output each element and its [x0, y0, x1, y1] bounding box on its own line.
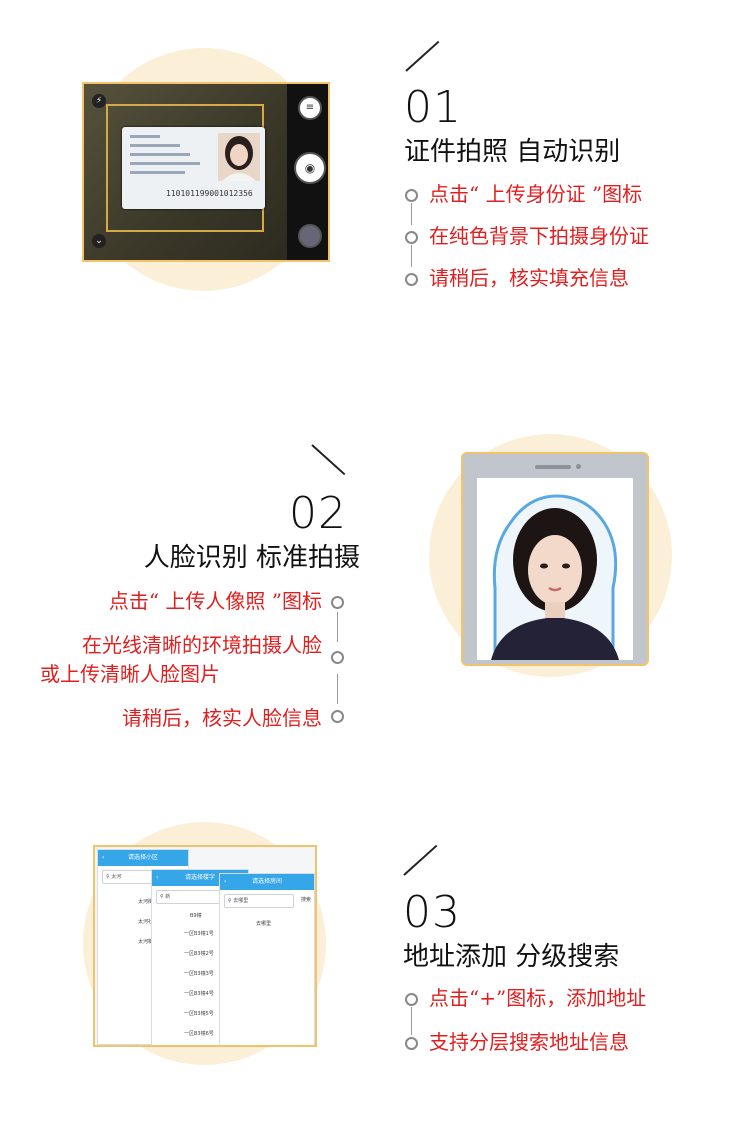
bullet-connector [411, 1007, 412, 1035]
chevron-down-icon[interactable]: ⌄ [92, 234, 106, 248]
phone-camera-dot [576, 464, 581, 469]
address-selector-screens: ‹ 请选择小区 ⚲ 太河 太河街 太河社区 太河新村 ‹ 请选择楼字 ⚲ 新 B9幢… [93, 845, 317, 1047]
id-card-text-line [130, 162, 200, 165]
camera-viewfinder: ⚡ ⌄ 110101199001012356 [84, 84, 287, 260]
bullet-dot [331, 651, 344, 664]
list-item[interactable]: B9幢 [190, 912, 202, 919]
search-input[interactable]: ⚲ 去哪里 [224, 894, 294, 908]
search-button[interactable]: 搜索 [301, 896, 311, 903]
id-card-photo [218, 133, 260, 181]
step-title-3: 地址添加 分级搜索 [403, 942, 620, 972]
bullet-dot [405, 189, 418, 202]
step-1-item-1: 点击“ 上传身份证 ”图标 [429, 182, 643, 206]
id-card-text-line [130, 171, 185, 174]
step-1-item-3: 请稍后，核实填充信息 [429, 266, 629, 290]
phone-speaker [535, 465, 571, 469]
id-card-text-line [130, 135, 160, 138]
step-3-item-1: 点击“+”图标，添加地址 [429, 986, 647, 1010]
step-number-3: 03 [403, 887, 461, 938]
step-2-item-3: 或上传清晰人脸图片 [40, 662, 220, 686]
flash-icon[interactable]: ⚡ [92, 94, 106, 108]
bullet-connector [411, 245, 412, 267]
list-item[interactable]: 一区B3幢6号 [184, 1030, 214, 1037]
face-portrait [491, 494, 619, 660]
back-icon[interactable]: ‹ [102, 850, 104, 866]
id-card-text-line [130, 144, 180, 147]
slash-divider-2 [311, 444, 346, 476]
id-card-text-line [130, 153, 190, 156]
slash-divider-3 [403, 844, 438, 876]
bullet-dot [405, 231, 418, 244]
bullet-connector [411, 203, 412, 225]
list-item[interactable]: 一区B3幢5号 [184, 1010, 214, 1017]
bullet-connector [337, 674, 338, 704]
step-number-1: 01 [404, 82, 462, 133]
step-1-item-2: 在纯色背景下拍摄身份证 [429, 224, 649, 248]
bullet-dot [405, 1037, 418, 1050]
id-card-camera-preview: ⚡ ⌄ 110101199001012356 ≡ ◉ [82, 82, 330, 262]
step-3-item-2: 支持分层搜索地址信息 [429, 1030, 629, 1054]
camera-controls: ≡ ◉ [287, 84, 328, 260]
gallery-thumbnail-icon[interactable] [298, 224, 322, 248]
face-screen [477, 478, 633, 660]
id-card-number: 110101199001012356 [166, 189, 253, 198]
back-icon[interactable]: ‹ [156, 870, 158, 886]
id-card-image: 110101199001012356 [122, 127, 265, 209]
pane-title: ‹ 请选择小区 [98, 850, 188, 866]
bullet-dot [331, 710, 344, 723]
bullet-dot [405, 993, 418, 1006]
bullet-dot [331, 596, 344, 609]
list-item[interactable]: 一区B3幢4号 [184, 990, 214, 997]
list-item[interactable]: 一区B3幢3号 [184, 970, 214, 977]
step-2-item-2: 在光线清晰的环境拍摄人脸 [82, 633, 322, 657]
list-item[interactable]: 一区B3幢1号 [184, 930, 214, 937]
bullet-dot [405, 273, 418, 286]
step-title-1: 证件拍照 自动识别 [404, 137, 621, 167]
step-2-item-1: 点击“ 上传人像照 ”图标 [108, 589, 322, 613]
pane-title: ‹ 请选择房间 [220, 874, 314, 890]
back-icon[interactable]: ‹ [224, 874, 226, 890]
list-item[interactable]: 去哪里 [256, 920, 271, 927]
phone-face-capture [461, 452, 649, 666]
menu-icon[interactable]: ≡ [298, 96, 322, 120]
slash-divider-1 [405, 40, 440, 72]
step-2-item-4: 请稍后，核实人脸信息 [122, 706, 322, 730]
step-number-2: 02 [289, 488, 347, 539]
address-pane-3: ‹ 请选择房间 ⚲ 去哪里 搜索 去哪里 [219, 873, 315, 1045]
shutter-button[interactable]: ◉ [294, 152, 326, 184]
bullet-connector [337, 612, 338, 642]
step-title-2: 人脸识别 标准拍摄 [143, 543, 360, 573]
list-item[interactable]: 一区B3幢2号 [184, 950, 214, 957]
